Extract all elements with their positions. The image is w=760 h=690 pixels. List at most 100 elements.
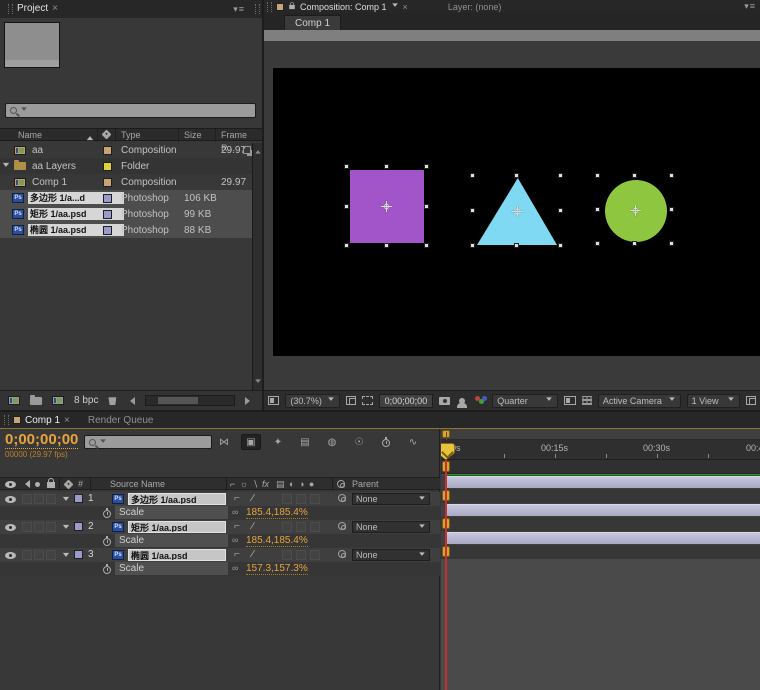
safe-margins-icon[interactable]	[346, 396, 356, 405]
selection-handle[interactable]	[558, 208, 563, 213]
new-folder-icon[interactable]	[30, 397, 42, 405]
tab-project-close-icon[interactable]: ×	[52, 0, 58, 18]
brainstorm-icon[interactable]: ☉	[349, 434, 369, 450]
tab-composition-close-icon[interactable]: ×	[403, 2, 408, 12]
scroll-up-icon[interactable]	[255, 147, 261, 153]
audio-toggle[interactable]	[22, 494, 32, 504]
constrain-link-icon[interactable]: ∞	[232, 535, 238, 545]
project-vertical-scrollbar[interactable]	[252, 143, 262, 390]
motion-blur-icon[interactable]: ◍	[322, 434, 342, 450]
comp-panel-menu-icon[interactable]: ▾≡	[744, 1, 756, 12]
selection-handle[interactable]	[669, 241, 674, 246]
disclosure-open-icon[interactable]	[3, 162, 9, 169]
label-color-chip[interactable]	[103, 226, 112, 235]
layer-name[interactable]: 矩形 1/aa.psd	[128, 521, 226, 533]
selection-handle[interactable]	[424, 164, 429, 169]
effect-switch[interactable]	[282, 522, 292, 532]
layer-duration-bar[interactable]	[446, 532, 760, 544]
selection-handle[interactable]	[344, 243, 349, 248]
search-options-chevron-icon[interactable]	[100, 439, 106, 445]
graph-editor-icon[interactable]: ∿	[403, 434, 423, 450]
selection-handle[interactable]	[470, 243, 475, 248]
magnification-dropdown[interactable]: (30.7%)	[285, 394, 340, 408]
selection-handle[interactable]	[470, 173, 475, 178]
viewer-chevron-icon[interactable]	[392, 3, 398, 9]
scale-value[interactable]: 185.4,185.4%	[246, 507, 308, 519]
selection-handle[interactable]	[344, 204, 349, 209]
new-composition-icon[interactable]	[52, 396, 64, 405]
project-panel-menu-icon[interactable]: ▾≡	[233, 0, 245, 18]
eye-icon[interactable]	[5, 524, 16, 531]
scale-value[interactable]: 157.3,157.3%	[246, 563, 308, 575]
subtab-comp1[interactable]: Comp 1	[284, 15, 341, 30]
selection-handle[interactable]	[669, 207, 674, 212]
audio-toggle[interactable]	[22, 522, 32, 532]
sort-ascending-icon[interactable]	[87, 133, 93, 140]
selection-handle[interactable]	[669, 173, 674, 178]
bit-depth-button[interactable]: 8 bpc	[74, 395, 98, 406]
frame-blending-icon[interactable]: ▤	[295, 434, 315, 450]
current-time-indicator-line[interactable]	[445, 460, 447, 690]
active-camera-dropdown[interactable]: Active Camera	[598, 394, 681, 408]
selection-handle[interactable]	[632, 241, 637, 246]
property-name[interactable]: Scale	[115, 534, 228, 547]
project-row-psd-ellipse[interactable]: Ps 椭圆 1/aa.psd Photoshop 88 KB	[0, 222, 252, 238]
track-layer-3[interactable]	[441, 531, 760, 545]
interpret-footage-icon[interactable]	[8, 396, 20, 405]
audio-toggle[interactable]	[22, 550, 32, 560]
scrollbar-thumb[interactable]	[158, 397, 198, 404]
quality-switch[interactable]: ∕	[252, 549, 254, 560]
motion-blur-switch[interactable]	[296, 550, 306, 560]
lock-column-icon[interactable]	[47, 482, 55, 488]
threed-switch[interactable]	[310, 522, 320, 532]
selection-handle[interactable]	[558, 243, 563, 248]
label-column-tag-icon[interactable]	[102, 130, 112, 140]
quality-switch[interactable]: ∕	[252, 493, 254, 504]
lock-icon[interactable]	[289, 4, 295, 8]
label-color-chip[interactable]	[103, 146, 112, 155]
current-time-indicator-head[interactable]	[441, 443, 455, 460]
tab-layer-none[interactable]: Layer: (none)	[448, 2, 502, 12]
threed-switch[interactable]	[310, 550, 320, 560]
layer-row-2[interactable]: 2 Ps 矩形 1/aa.psd ⌐ ∕ None	[0, 520, 440, 534]
selection-handle[interactable]	[514, 243, 519, 248]
index-column[interactable]: #	[78, 478, 83, 491]
auto-keyframe-icon[interactable]	[376, 434, 396, 450]
scale-row-3[interactable]: Scale ∞ 157.3,157.3%	[0, 562, 440, 576]
lock-toggle[interactable]	[46, 522, 56, 532]
composition-canvas[interactable]	[273, 68, 760, 356]
disclosure-open-icon[interactable]	[63, 553, 69, 560]
selection-handle[interactable]	[558, 173, 563, 178]
work-area-bar[interactable]	[441, 460, 760, 474]
stopwatch-icon[interactable]	[103, 566, 111, 574]
eye-icon[interactable]	[5, 552, 16, 559]
square-anchor-point-icon[interactable]	[381, 201, 392, 212]
show-snapshot-icon[interactable]	[459, 398, 465, 404]
column-size[interactable]: Size	[184, 129, 202, 142]
selection-handle[interactable]	[424, 204, 429, 209]
constrain-link-icon[interactable]: ∞	[232, 507, 238, 517]
layer-label-chip[interactable]	[74, 494, 83, 503]
fast-previews-icon[interactable]	[564, 396, 575, 405]
always-preview-icon[interactable]	[268, 396, 279, 405]
column-name[interactable]: Name	[18, 129, 42, 142]
constrain-link-icon[interactable]: ∞	[232, 563, 238, 573]
layer-duration-bar[interactable]	[446, 504, 760, 516]
layer-label-chip[interactable]	[74, 522, 83, 531]
time-navigator-bar[interactable]	[441, 429, 760, 440]
shy-switch[interactable]: ⌐	[234, 493, 240, 504]
layer-name[interactable]: 椭圆 1/aa.psd	[128, 549, 226, 561]
lock-toggle[interactable]	[46, 550, 56, 560]
parent-dropdown[interactable]: None	[352, 521, 430, 533]
transparency-grid-icon[interactable]	[582, 396, 592, 405]
mini-flowchart-icon[interactable]: ⋈	[214, 434, 234, 450]
draft-3d-icon[interactable]: ▣	[241, 434, 261, 450]
disclosure-open-icon[interactable]	[63, 497, 69, 504]
tab-timeline-close-icon[interactable]: ×	[64, 415, 70, 426]
tab-composition-comp1[interactable]: Composition: Comp 1	[300, 2, 387, 12]
current-timecode[interactable]: 0;00;00;00	[5, 432, 78, 449]
selection-handle[interactable]	[470, 208, 475, 213]
snapshot-camera-icon[interactable]	[439, 397, 450, 405]
project-row-aa-layers[interactable]: aa Layers Folder	[0, 158, 252, 174]
project-row-aa[interactable]: aa Composition 29.97	[0, 142, 252, 158]
